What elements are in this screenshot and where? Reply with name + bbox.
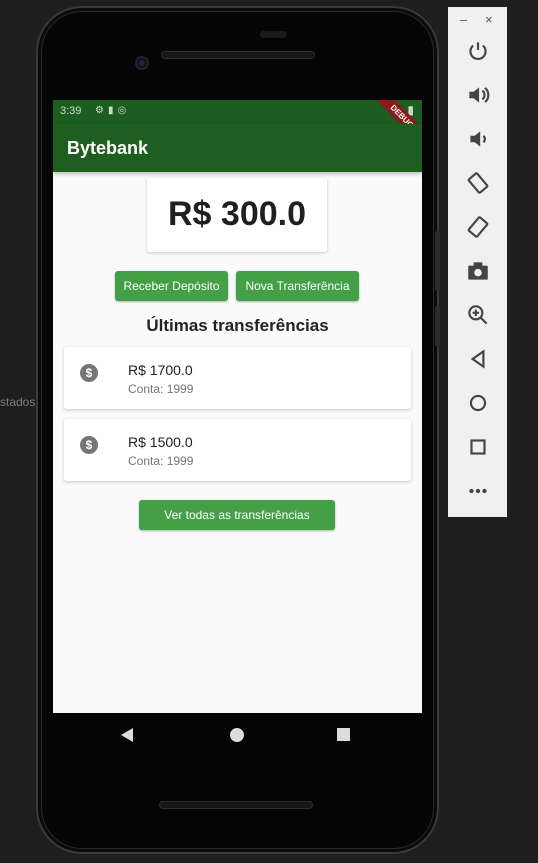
home-icon[interactable] [465,390,491,416]
transfer-item[interactable]: $ R$ 1500.0 Conta: 1999 [64,419,411,481]
see-all-transfers-button[interactable]: Ver todas as transferências [139,500,335,530]
new-transfer-button[interactable]: Nova Transferência [236,271,359,301]
bottom-speaker [159,801,313,809]
rotate-right-icon[interactable] [465,214,491,240]
power-icon[interactable] [465,38,491,64]
balance-value: R$ 300.0 [168,195,306,233]
emulator-toolbar: – × [448,7,507,517]
transfer-account: Conta: 1999 [128,454,194,468]
back-icon[interactable] [465,346,491,372]
background-window-text: stados [0,395,36,409]
nav-back-icon[interactable] [121,728,133,742]
balance-card: R$ 300.0 [147,178,327,252]
app-title: Bytebank [67,138,149,158]
minimize-button[interactable]: – [460,12,467,27]
dollar-icon: $ [80,364,98,382]
more-icon[interactable] [465,478,491,504]
rotate-left-icon[interactable] [465,170,491,196]
top-slot [260,31,287,38]
front-camera [135,56,149,70]
zoom-icon[interactable] [465,302,491,328]
volume-button [435,231,440,291]
volume-up-icon[interactable] [465,82,491,108]
status-bar: 3:39 ⚙▮◎ ▮ DEBUG [53,100,422,150]
app-bar: Bytebank [53,124,422,172]
nav-home-icon[interactable] [230,728,244,742]
top-speaker [161,51,315,59]
section-title: Últimas transferências [146,316,329,335]
transfer-item[interactable]: $ R$ 1700.0 Conta: 1999 [64,347,411,409]
camera-icon[interactable] [465,258,491,284]
nav-overview-icon[interactable] [337,728,350,741]
volume-down-icon[interactable] [465,126,491,152]
receive-deposit-button[interactable]: Receber Depósito [115,271,228,301]
transfer-account: Conta: 1999 [128,382,194,396]
status-icons: ⚙▮◎ [95,105,131,116]
transfer-value: R$ 1500.0 [128,434,193,450]
dollar-icon: $ [80,436,98,454]
overview-icon[interactable] [465,434,491,460]
status-time: 3:39 [60,105,82,117]
transfer-value: R$ 1700.0 [128,362,193,378]
close-button[interactable]: × [485,12,493,27]
power-button [435,306,440,346]
app-screen: 3:39 ⚙▮◎ ▮ DEBUG Bytebank R$ 300.0 Receb… [53,100,422,713]
